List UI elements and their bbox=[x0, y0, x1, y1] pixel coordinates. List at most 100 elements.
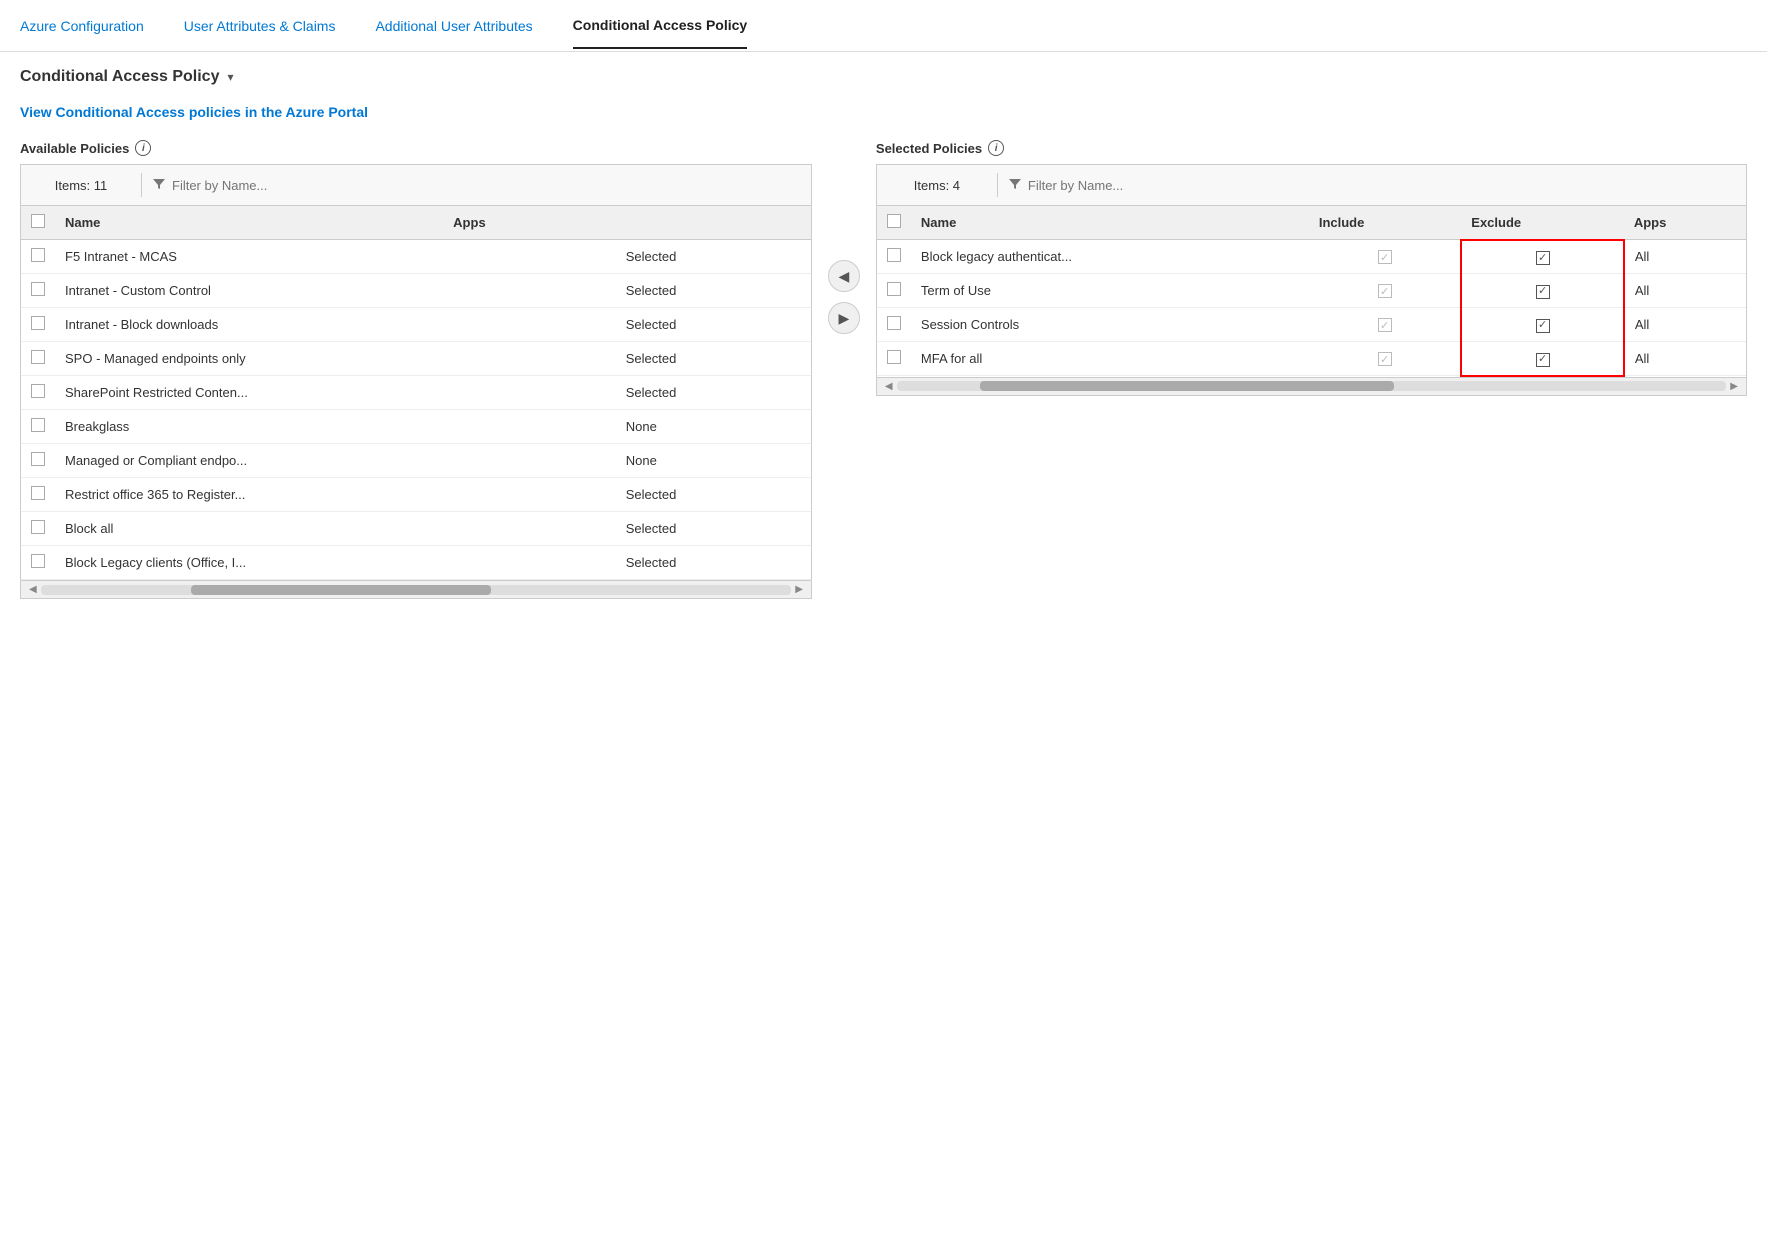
selected-scrollbar-thumb bbox=[980, 381, 1395, 391]
selected-row-name: Block legacy authenticat... bbox=[911, 240, 1309, 274]
available-row-apps: None bbox=[616, 444, 811, 478]
selected-row-name: Session Controls bbox=[911, 308, 1309, 342]
available-filter-icon bbox=[152, 177, 166, 194]
selected-row-checkbox-3[interactable] bbox=[887, 350, 901, 364]
available-row-checkbox-2[interactable] bbox=[31, 316, 45, 330]
available-table-row: SPO - Managed endpoints only Selected bbox=[21, 342, 811, 376]
available-row-checkbox-5[interactable] bbox=[31, 418, 45, 432]
selected-apps-header: Apps bbox=[1624, 206, 1746, 240]
tab-additional-user-attributes[interactable]: Additional User Attributes bbox=[375, 4, 532, 48]
available-scroll-left[interactable]: ◀ bbox=[25, 582, 41, 597]
available-policies-label: Available Policies bbox=[20, 141, 129, 156]
toolbar-divider bbox=[141, 173, 142, 197]
selected-exclude-checkbox-3[interactable] bbox=[1536, 353, 1550, 367]
selected-scroll-right[interactable]: ▶ bbox=[1726, 379, 1742, 394]
page-title: Conditional Access Policy bbox=[20, 68, 219, 86]
available-policies-info-icon[interactable]: i bbox=[135, 140, 151, 156]
selected-include-checkbox-1[interactable]: ✓ bbox=[1378, 284, 1392, 298]
available-row-checkbox-8[interactable] bbox=[31, 520, 45, 534]
tab-conditional-access[interactable]: Conditional Access Policy bbox=[573, 3, 748, 49]
selected-row-exclude bbox=[1461, 308, 1624, 342]
available-scrollbar[interactable]: ◀ ▶ bbox=[21, 580, 811, 598]
selected-row-apps: All bbox=[1624, 308, 1746, 342]
available-table-row: Breakglass None bbox=[21, 410, 811, 444]
selected-include-checkbox-0[interactable]: ✓ bbox=[1378, 250, 1392, 264]
selected-policies-toolbar: Items: 4 bbox=[877, 165, 1746, 206]
available-scrollbar-thumb bbox=[191, 585, 491, 595]
selected-row-checkbox-cell bbox=[877, 240, 911, 274]
selected-table-row: Block legacy authenticat... ✓ All bbox=[877, 240, 1746, 274]
available-row-checkbox-cell bbox=[21, 240, 55, 274]
selected-policies-header: Selected Policies i bbox=[876, 140, 1747, 156]
available-row-checkbox-3[interactable] bbox=[31, 350, 45, 364]
available-row-apps: Selected bbox=[616, 478, 811, 512]
available-row-checkbox-0[interactable] bbox=[31, 248, 45, 262]
available-table-body: F5 Intranet - MCAS Selected Intranet - C… bbox=[21, 240, 811, 580]
selected-table-row: Term of Use ✓ All bbox=[877, 274, 1746, 308]
available-table-row: Managed or Compliant endpo... None bbox=[21, 444, 811, 478]
azure-portal-link[interactable]: View Conditional Access policies in the … bbox=[20, 104, 368, 120]
available-select-all-header bbox=[21, 206, 55, 240]
available-table-row: F5 Intranet - MCAS Selected bbox=[21, 240, 811, 274]
available-table-row: Intranet - Block downloads Selected bbox=[21, 308, 811, 342]
available-row-checkbox-9[interactable] bbox=[31, 554, 45, 568]
selected-row-apps: All bbox=[1624, 342, 1746, 376]
available-row-checkbox-7[interactable] bbox=[31, 486, 45, 500]
available-row-checkbox-cell bbox=[21, 512, 55, 546]
selected-scroll-left[interactable]: ◀ bbox=[881, 379, 897, 394]
selected-scrollbar[interactable]: ◀ ▶ bbox=[877, 377, 1746, 395]
selected-exclude-header: Exclude bbox=[1461, 206, 1624, 240]
available-row-checkbox-cell bbox=[21, 308, 55, 342]
selected-row-include: ✓ bbox=[1309, 342, 1461, 376]
selected-row-checkbox-0[interactable] bbox=[887, 248, 901, 262]
selected-exclude-checkbox-1[interactable] bbox=[1536, 285, 1550, 299]
tab-azure-config[interactable]: Azure Configuration bbox=[20, 4, 144, 48]
available-scroll-right[interactable]: ▶ bbox=[791, 582, 807, 597]
available-name-header: Name bbox=[55, 206, 443, 240]
available-row-name: Intranet - Block downloads bbox=[55, 308, 616, 342]
available-row-name: Restrict office 365 to Register... bbox=[55, 478, 616, 512]
selected-row-checkbox-cell bbox=[877, 274, 911, 308]
selected-row-name: Term of Use bbox=[911, 274, 1309, 308]
selected-row-checkbox-cell bbox=[877, 308, 911, 342]
available-select-all-checkbox[interactable] bbox=[31, 214, 45, 228]
selected-exclude-checkbox-0[interactable] bbox=[1536, 251, 1550, 265]
available-row-name: F5 Intranet - MCAS bbox=[55, 240, 616, 274]
transfer-right-button[interactable]: ▶ bbox=[828, 302, 860, 334]
selected-select-all-checkbox[interactable] bbox=[887, 214, 901, 228]
selected-exclude-checkbox-2[interactable] bbox=[1536, 319, 1550, 333]
available-row-checkbox-6[interactable] bbox=[31, 452, 45, 466]
available-table-row: Block Legacy clients (Office, I... Selec… bbox=[21, 546, 811, 580]
selected-row-apps: All bbox=[1624, 274, 1746, 308]
transfer-left-button[interactable]: ◀ bbox=[828, 260, 860, 292]
top-nav: Azure Configuration User Attributes & Cl… bbox=[0, 0, 1767, 52]
selected-row-checkbox-cell bbox=[877, 342, 911, 376]
selected-policies-table-wrap: Items: 4 N bbox=[876, 164, 1747, 396]
available-row-checkbox-cell bbox=[21, 274, 55, 308]
tab-user-attributes[interactable]: User Attributes & Claims bbox=[184, 4, 336, 48]
content-area: View Conditional Access policies in the … bbox=[0, 94, 1767, 619]
selected-row-exclude bbox=[1461, 240, 1624, 274]
selected-row-checkbox-1[interactable] bbox=[887, 282, 901, 296]
selected-filter-area bbox=[1008, 177, 1736, 194]
transfer-buttons: ◀ ▶ bbox=[812, 260, 876, 334]
selected-row-checkbox-2[interactable] bbox=[887, 316, 901, 330]
page-title-dropdown[interactable]: ▾ bbox=[227, 70, 233, 84]
available-row-name: Block all bbox=[55, 512, 616, 546]
available-row-apps: Selected bbox=[616, 240, 811, 274]
available-row-checkbox-4[interactable] bbox=[31, 384, 45, 398]
available-row-checkbox-1[interactable] bbox=[31, 282, 45, 296]
available-row-apps: Selected bbox=[616, 274, 811, 308]
selected-row-name: MFA for all bbox=[911, 342, 1309, 376]
available-row-checkbox-cell bbox=[21, 546, 55, 580]
selected-include-checkbox-3[interactable]: ✓ bbox=[1378, 352, 1392, 366]
available-filter-input[interactable] bbox=[172, 178, 801, 193]
selected-table-row: Session Controls ✓ All bbox=[877, 308, 1746, 342]
selected-policies-info-icon[interactable]: i bbox=[988, 140, 1004, 156]
panels-container: Available Policies i Items: 11 bbox=[20, 140, 1747, 599]
available-row-apps: Selected bbox=[616, 376, 811, 410]
selected-filter-input[interactable] bbox=[1028, 178, 1736, 193]
available-row-apps: Selected bbox=[616, 512, 811, 546]
selected-include-checkbox-2[interactable]: ✓ bbox=[1378, 318, 1392, 332]
available-row-name: Managed or Compliant endpo... bbox=[55, 444, 616, 478]
